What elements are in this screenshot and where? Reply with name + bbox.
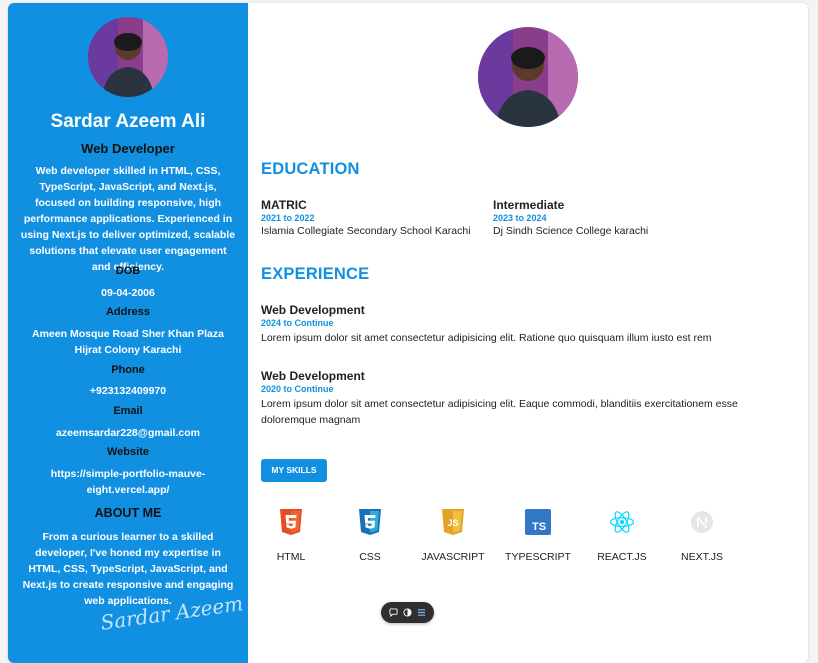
- skill-label: CSS: [359, 551, 381, 563]
- my-skills-button[interactable]: MY SKILLS: [261, 459, 327, 482]
- skill-label: REACT.JS: [597, 551, 647, 563]
- skill-react: REACT.JS: [582, 508, 662, 563]
- experience-item: Web Development 2020 to Continue Lorem i…: [261, 369, 781, 428]
- experience-title: EXPERIENCE: [261, 265, 370, 283]
- skill-javascript: JS JAVASCRIPT: [413, 508, 493, 563]
- typescript-icon: TS: [524, 508, 552, 536]
- website-label: Website: [107, 446, 149, 458]
- skill-label: TYPESCRIPT: [505, 551, 571, 563]
- education-title: EDUCATION: [261, 160, 360, 178]
- education-item-school: Dj Sindh Science College karachi: [493, 225, 649, 237]
- education-item-title: MATRIC: [261, 198, 307, 212]
- dob-label: DOB: [115, 265, 141, 277]
- profile-bio: Web developer skilled in HTML, CSS, Type…: [20, 165, 236, 273]
- education-item-school: Islamia Collegiate Secondary School Kara…: [261, 225, 471, 237]
- css3-icon: [356, 508, 384, 536]
- svg-text:JS: JS: [447, 518, 458, 528]
- skill-typescript: TS TYPESCRIPT: [498, 508, 578, 563]
- experience-item-title: Web Development: [261, 369, 365, 383]
- skill-css: CSS: [330, 508, 410, 563]
- profile-photo-large-icon: [478, 27, 578, 127]
- address-value: Ameen Mosque Road Sher Khan Plaza Hijrat…: [32, 328, 224, 356]
- skill-label: NEXT.JS: [680, 551, 723, 563]
- html5-icon: [277, 508, 305, 536]
- education-item-title: Intermediate: [493, 198, 565, 212]
- nextjs-icon: [688, 508, 716, 536]
- javascript-icon: JS: [439, 508, 467, 536]
- education-item: Intermediate 2023 to 2024 Dj Sindh Scien…: [493, 198, 723, 237]
- skill-label: JAVASCRIPT: [421, 551, 485, 563]
- experience-item-title: Web Development: [261, 303, 365, 317]
- website-link[interactable]: https://simple-portfolio-mauve-eight.ver…: [48, 466, 208, 498]
- experience-item-desc: Lorem ipsum dolor sit amet consectetur a…: [261, 398, 738, 426]
- profile-photo-icon: [88, 17, 168, 97]
- profile-name: Sardar Azeem Ali: [50, 111, 206, 132]
- dob-value: 09-04-2006: [101, 287, 155, 299]
- react-icon: [608, 508, 636, 536]
- education-item-date: 2021 to 2022: [261, 213, 315, 223]
- education-item: MATRIC 2021 to 2022 Islamia Collegiate S…: [261, 198, 491, 237]
- address-label: Address: [105, 306, 151, 318]
- menu-icon[interactable]: [417, 608, 426, 617]
- education-item-date: 2023 to 2024: [493, 213, 547, 223]
- chat-icon[interactable]: [389, 608, 398, 617]
- profile-role: Web Developer: [81, 141, 175, 156]
- experience-item: Web Development 2024 to Continue Lorem i…: [261, 303, 781, 346]
- about-title: ABOUT ME: [94, 506, 162, 520]
- sidebar: Sardar Azeem Ali Web Developer Web devel…: [8, 3, 248, 663]
- phone-label: Phone: [111, 364, 145, 376]
- floating-toolbar: [381, 602, 434, 623]
- contrast-icon[interactable]: [403, 608, 412, 617]
- experience-item-date: 2024 to Continue: [261, 318, 334, 328]
- phone-value: +923132409970: [89, 385, 167, 397]
- skill-html: HTML: [251, 508, 331, 563]
- avatar-large: [478, 27, 578, 127]
- experience-item-date: 2020 to Continue: [261, 384, 334, 394]
- svg-text:TS: TS: [532, 521, 546, 533]
- avatar: [88, 17, 168, 97]
- skill-label: HTML: [276, 551, 306, 563]
- resume-card: Sardar Azeem Ali Web Developer Web devel…: [8, 3, 808, 663]
- experience-item-desc: Lorem ipsum dolor sit amet consectetur a…: [261, 332, 712, 344]
- email-value: azeemsardar228@gmail.com: [56, 427, 200, 439]
- email-label: Email: [113, 405, 143, 417]
- skill-nextjs: NEXT.JS: [662, 508, 742, 563]
